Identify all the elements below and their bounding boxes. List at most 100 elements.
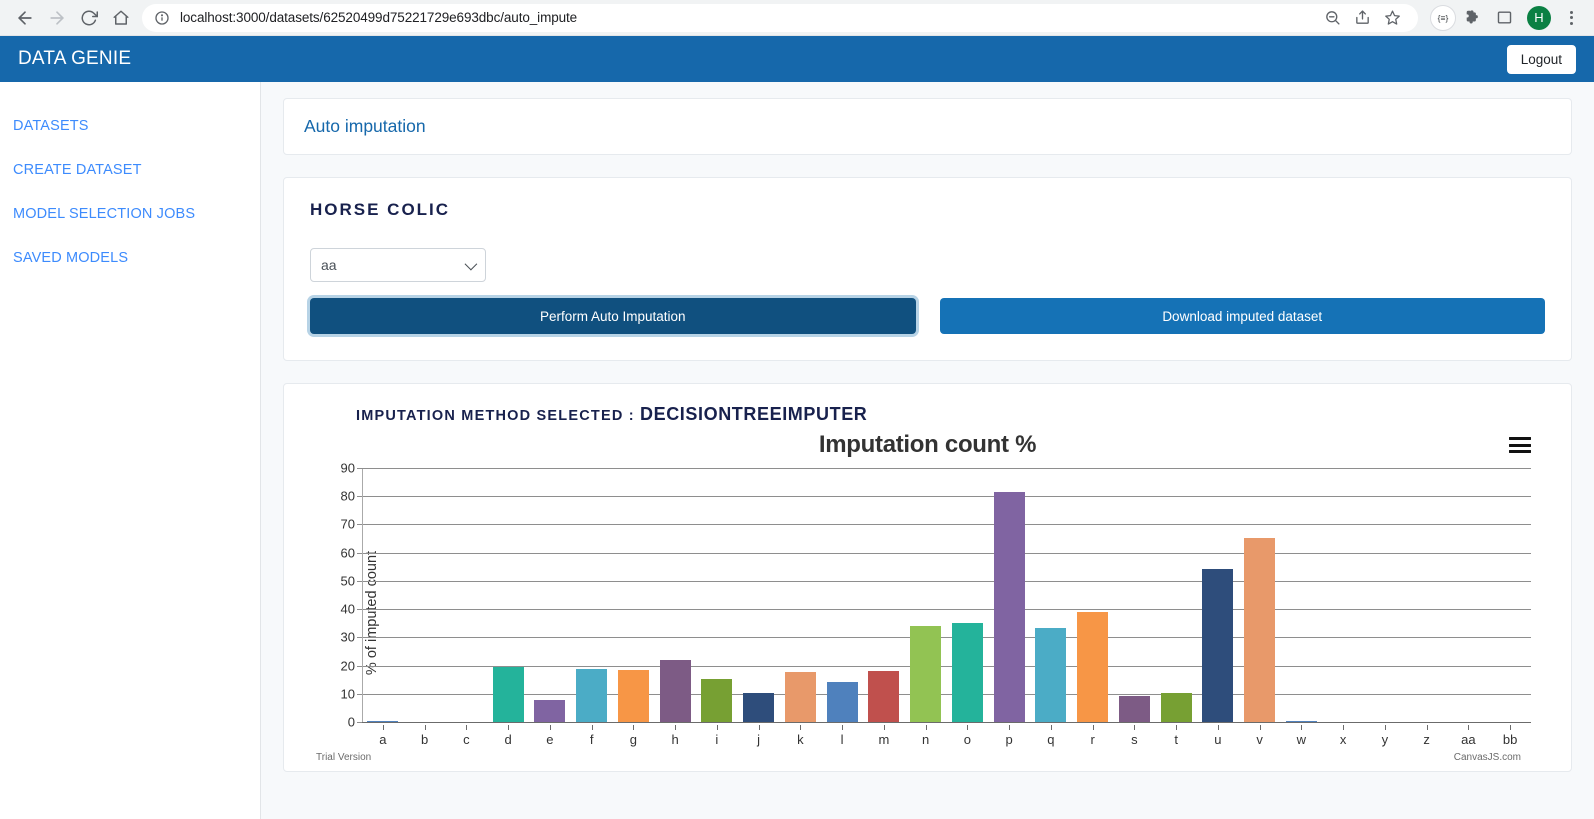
chart-bar[interactable]: [617, 670, 649, 723]
chart-bar-slot: [1072, 469, 1114, 723]
chart-bar[interactable]: [1118, 695, 1150, 723]
page-title-card: Auto imputation: [283, 98, 1572, 155]
chart-bar-slot: [1322, 469, 1364, 723]
chart-bar[interactable]: [576, 669, 608, 723]
chart-bar[interactable]: [492, 667, 524, 723]
chart-bar[interactable]: [1202, 568, 1234, 723]
sidebar-item-datasets[interactable]: DATASETS: [0, 104, 260, 148]
chart-x-tick-mark: [424, 725, 426, 730]
chart-x-tick-label: v: [1239, 725, 1281, 747]
chart-bar-slot: [1489, 469, 1531, 723]
chart-x-axis-labels: a b c d e f g h i j k l m n o p q r s t u v w x y z aa bb: [362, 725, 1531, 747]
chevron-down-icon: [464, 257, 478, 270]
chart-title: Imputation count %: [818, 431, 1037, 458]
side-panel-icon[interactable]: [1490, 4, 1518, 32]
chart-bar[interactable]: [1244, 537, 1276, 723]
chart-bar[interactable]: [951, 623, 983, 723]
chart-x-tick-label: t: [1155, 725, 1197, 747]
chart-x-tick-label: d: [487, 725, 529, 747]
chart-bar[interactable]: [993, 491, 1025, 723]
sidebar: DATASETS CREATE DATASET MODEL SELECTION …: [0, 82, 261, 819]
zoom-out-icon[interactable]: [1318, 4, 1346, 32]
chart-x-tick-mark: [1134, 725, 1136, 730]
hamburger-menu-icon[interactable]: [1509, 437, 1531, 453]
chart-bar-slot: [362, 469, 404, 723]
forward-arrow-icon[interactable]: [42, 3, 72, 33]
home-icon[interactable]: [106, 3, 136, 33]
puzzle-piece-icon[interactable]: [1459, 4, 1487, 32]
chart-bar-slot: [487, 469, 529, 723]
chart-bar-slot: [613, 469, 655, 723]
chart-bar-slot: [780, 469, 822, 723]
chart-y-tick-label: 70: [340, 516, 355, 532]
share-icon[interactable]: [1348, 4, 1376, 32]
browser-extension-area: {≡} H: [1426, 4, 1584, 32]
chart-x-tick-mark: [549, 725, 551, 730]
avatar[interactable]: H: [1527, 5, 1551, 30]
chart-x-tick-mark: [1176, 725, 1178, 730]
chart-x-tick-label: b: [404, 725, 446, 747]
chart-y-tick-label: 80: [340, 488, 355, 504]
imputation-method-line: IMPUTATION METHOD SELECTED : DECISIONTRE…: [356, 404, 1545, 425]
chart-bar-slot: [1448, 469, 1490, 723]
chart-bar[interactable]: [701, 679, 733, 723]
chart-x-tick-mark: [842, 725, 844, 730]
chart-x-tick-label: m: [863, 725, 905, 747]
chart-bar-slot: [1114, 469, 1156, 723]
chart-x-tick-mark: [591, 725, 593, 730]
page-body: DATASETS CREATE DATASET MODEL SELECTION …: [0, 82, 1594, 819]
chart-plot-area: 0 10 20 30 40 50 60 70 80 90: [341, 461, 1531, 730]
chart-x-tick-mark: [925, 725, 927, 730]
download-imputed-dataset-button[interactable]: Download imputed dataset: [939, 298, 1545, 334]
chart-bar[interactable]: [826, 682, 858, 723]
chart-x-tick-label: e: [529, 725, 571, 747]
logout-button[interactable]: Logout: [1506, 44, 1576, 74]
chart-x-tick-label: g: [613, 725, 655, 747]
trial-version-notice: Trial Version: [316, 752, 372, 763]
chart-x-tick-label: x: [1322, 725, 1364, 747]
chart-y-tick-label: 0: [347, 714, 355, 730]
chart-x-tick-label: r: [1072, 725, 1114, 747]
chart-x-tick-mark: [633, 725, 635, 730]
chart-x-tick-label: k: [780, 725, 822, 747]
chart-bar-slot: [571, 469, 613, 723]
column-select[interactable]: aa: [310, 248, 486, 282]
chart-bar[interactable]: [1035, 627, 1067, 723]
chart-x-tick-mark: [1259, 725, 1261, 730]
chart-x-tick-label: z: [1406, 725, 1448, 747]
chart-x-tick-mark: [1384, 725, 1386, 730]
perform-auto-imputation-button[interactable]: Perform Auto Imputation: [310, 298, 916, 334]
back-arrow-icon[interactable]: [10, 3, 40, 33]
browser-nav-buttons: [10, 3, 136, 33]
media-control-badge[interactable]: {≡}: [1430, 4, 1456, 31]
reload-icon[interactable]: [74, 3, 104, 33]
chart-y-tick-label: 20: [340, 658, 355, 674]
sidebar-item-model-selection-jobs[interactable]: MODEL SELECTION JOBS: [0, 192, 260, 236]
chart-bar[interactable]: [1160, 692, 1192, 723]
sidebar-item-saved-models[interactable]: SAVED MODELS: [0, 236, 260, 280]
chart-bar[interactable]: [868, 670, 900, 723]
bookmark-star-icon[interactable]: [1378, 4, 1406, 32]
chart-bar[interactable]: [784, 671, 816, 723]
chart-bar[interactable]: [659, 659, 691, 723]
chart-x-tick-mark: [967, 725, 969, 730]
chart-x-tick-mark: [716, 725, 718, 730]
site-info-icon[interactable]: [154, 10, 170, 26]
browser-toolbar: localhost:3000/datasets/62520499d7522172…: [0, 0, 1594, 36]
main-content: Auto imputation HORSE COLIC aa Perform A…: [261, 82, 1594, 819]
chart-x-tick-mark: [466, 725, 468, 730]
chart-y-tick-label: 40: [340, 601, 355, 617]
chart-bar[interactable]: [743, 693, 775, 723]
kebab-menu-icon[interactable]: [1558, 5, 1584, 31]
address-bar[interactable]: localhost:3000/datasets/62520499d7522172…: [142, 3, 1418, 32]
chart-bar-slot: [1281, 469, 1323, 723]
chart-bar[interactable]: [910, 625, 942, 723]
chart-x-tick-mark: [1343, 725, 1345, 730]
imputation-controls-card: HORSE COLIC aa Perform Auto Imputation D…: [283, 177, 1572, 361]
chart-bar-slot: [1155, 469, 1197, 723]
chart-bar[interactable]: [534, 700, 566, 723]
chart-x-tick-label: j: [738, 725, 780, 747]
sidebar-item-create-dataset[interactable]: CREATE DATASET: [0, 148, 260, 192]
page-title: Auto imputation: [304, 116, 426, 136]
chart-bar[interactable]: [1077, 611, 1109, 723]
